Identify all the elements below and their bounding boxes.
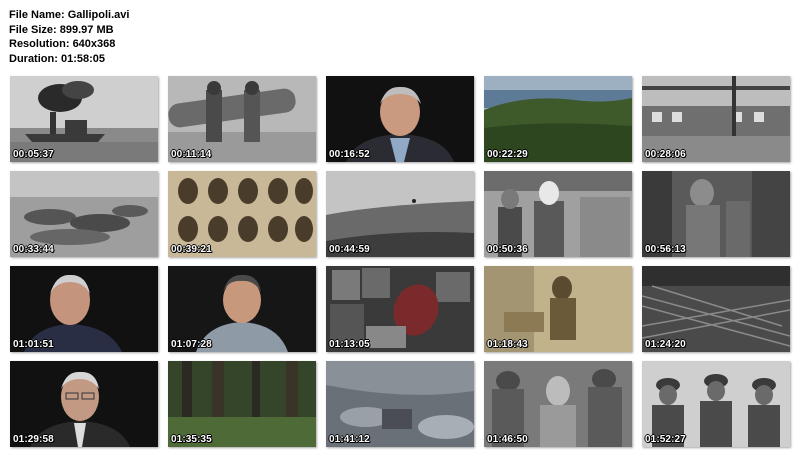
timestamp: 01:18:43 (487, 339, 528, 350)
duration-label: Duration: (9, 52, 58, 65)
timestamp: 00:44:59 (329, 244, 370, 255)
timestamp: 00:33:44 (13, 244, 54, 255)
video-thumbnail[interactable]: 00:44:59 (326, 171, 474, 257)
resolution-line: Resolution: 640x368 (9, 37, 129, 52)
resolution-value: 640x368 (72, 38, 116, 50)
timestamp: 01:46:50 (487, 434, 528, 445)
video-thumbnail[interactable]: 01:29:58 (10, 361, 158, 447)
video-thumbnail[interactable]: 01:46:50 (484, 361, 632, 447)
resolution-label: Resolution: (9, 38, 70, 50)
video-thumbnail[interactable]: 01:41:12 (326, 361, 474, 447)
file-name-label: File Name: (9, 9, 65, 21)
file-info-panel: File Name: Gallipoli.avi File Size: 899.… (9, 8, 129, 66)
video-thumbnail[interactable]: 01:07:28 (168, 266, 316, 352)
timestamp: 01:41:12 (329, 434, 370, 445)
timestamp: 01:13:05 (329, 339, 370, 350)
video-thumbnail[interactable]: 01:01:51 (10, 266, 158, 352)
timestamp: 00:16:52 (329, 149, 370, 160)
video-thumbnail[interactable]: 01:35:35 (168, 361, 316, 447)
video-thumbnail[interactable]: 01:13:05 (326, 266, 474, 352)
timestamp: 00:28:06 (645, 149, 686, 160)
timestamp: 00:05:37 (13, 149, 54, 160)
video-thumbnail[interactable]: 00:50:36 (484, 171, 632, 257)
file-size-label: File Size: (9, 23, 57, 36)
video-thumbnail[interactable]: 01:24:20 (642, 266, 790, 352)
video-thumbnail[interactable]: 01:18:43 (484, 266, 632, 352)
video-thumbnail[interactable]: 00:33:44 (10, 171, 158, 257)
video-thumbnail[interactable]: 00:28:06 (642, 76, 790, 162)
timestamp: 01:07:28 (171, 339, 212, 350)
video-thumbnail[interactable]: 00:22:29 (484, 76, 632, 162)
timestamp: 00:56:13 (645, 244, 686, 255)
timestamp: 00:11:14 (171, 149, 212, 160)
video-thumbnail[interactable]: 00:56:13 (642, 171, 790, 257)
timestamp: 01:24:20 (645, 339, 686, 350)
timestamp: 01:35:35 (171, 434, 212, 445)
timestamp: 00:50:36 (487, 244, 528, 255)
timestamp: 01:29:58 (13, 434, 54, 445)
video-thumbnail[interactable]: 00:16:52 (326, 76, 474, 162)
file-size-line: File Size: 899.97 MB (9, 23, 129, 38)
video-thumbnail[interactable]: 00:05:37 (10, 76, 158, 162)
timestamp: 00:39:21 (171, 244, 212, 255)
video-thumbnail[interactable]: 01:52:27 (642, 361, 790, 447)
duration-line: Duration: 01:58:05 (9, 52, 129, 67)
file-size-value: 899.97 MB (59, 23, 114, 36)
video-thumbnail[interactable]: 00:11:14 (168, 76, 316, 162)
thumbnail-grid: 00:05:37 00:11:14 00:16:52 00:22:29 00:2… (10, 76, 790, 447)
file-name-value: Gallipoli.avi (67, 9, 130, 21)
duration-value: 01:58:05 (60, 52, 105, 65)
thumbnail-sheet: File Name: Gallipoli.avi File Size: 899.… (0, 0, 800, 456)
timestamp: 01:01:51 (13, 339, 54, 350)
file-name-line: File Name: Gallipoli.avi (9, 8, 129, 23)
timestamp: 00:22:29 (487, 149, 528, 160)
video-thumbnail[interactable]: 00:39:21 (168, 171, 316, 257)
timestamp: 01:52:27 (645, 434, 686, 445)
